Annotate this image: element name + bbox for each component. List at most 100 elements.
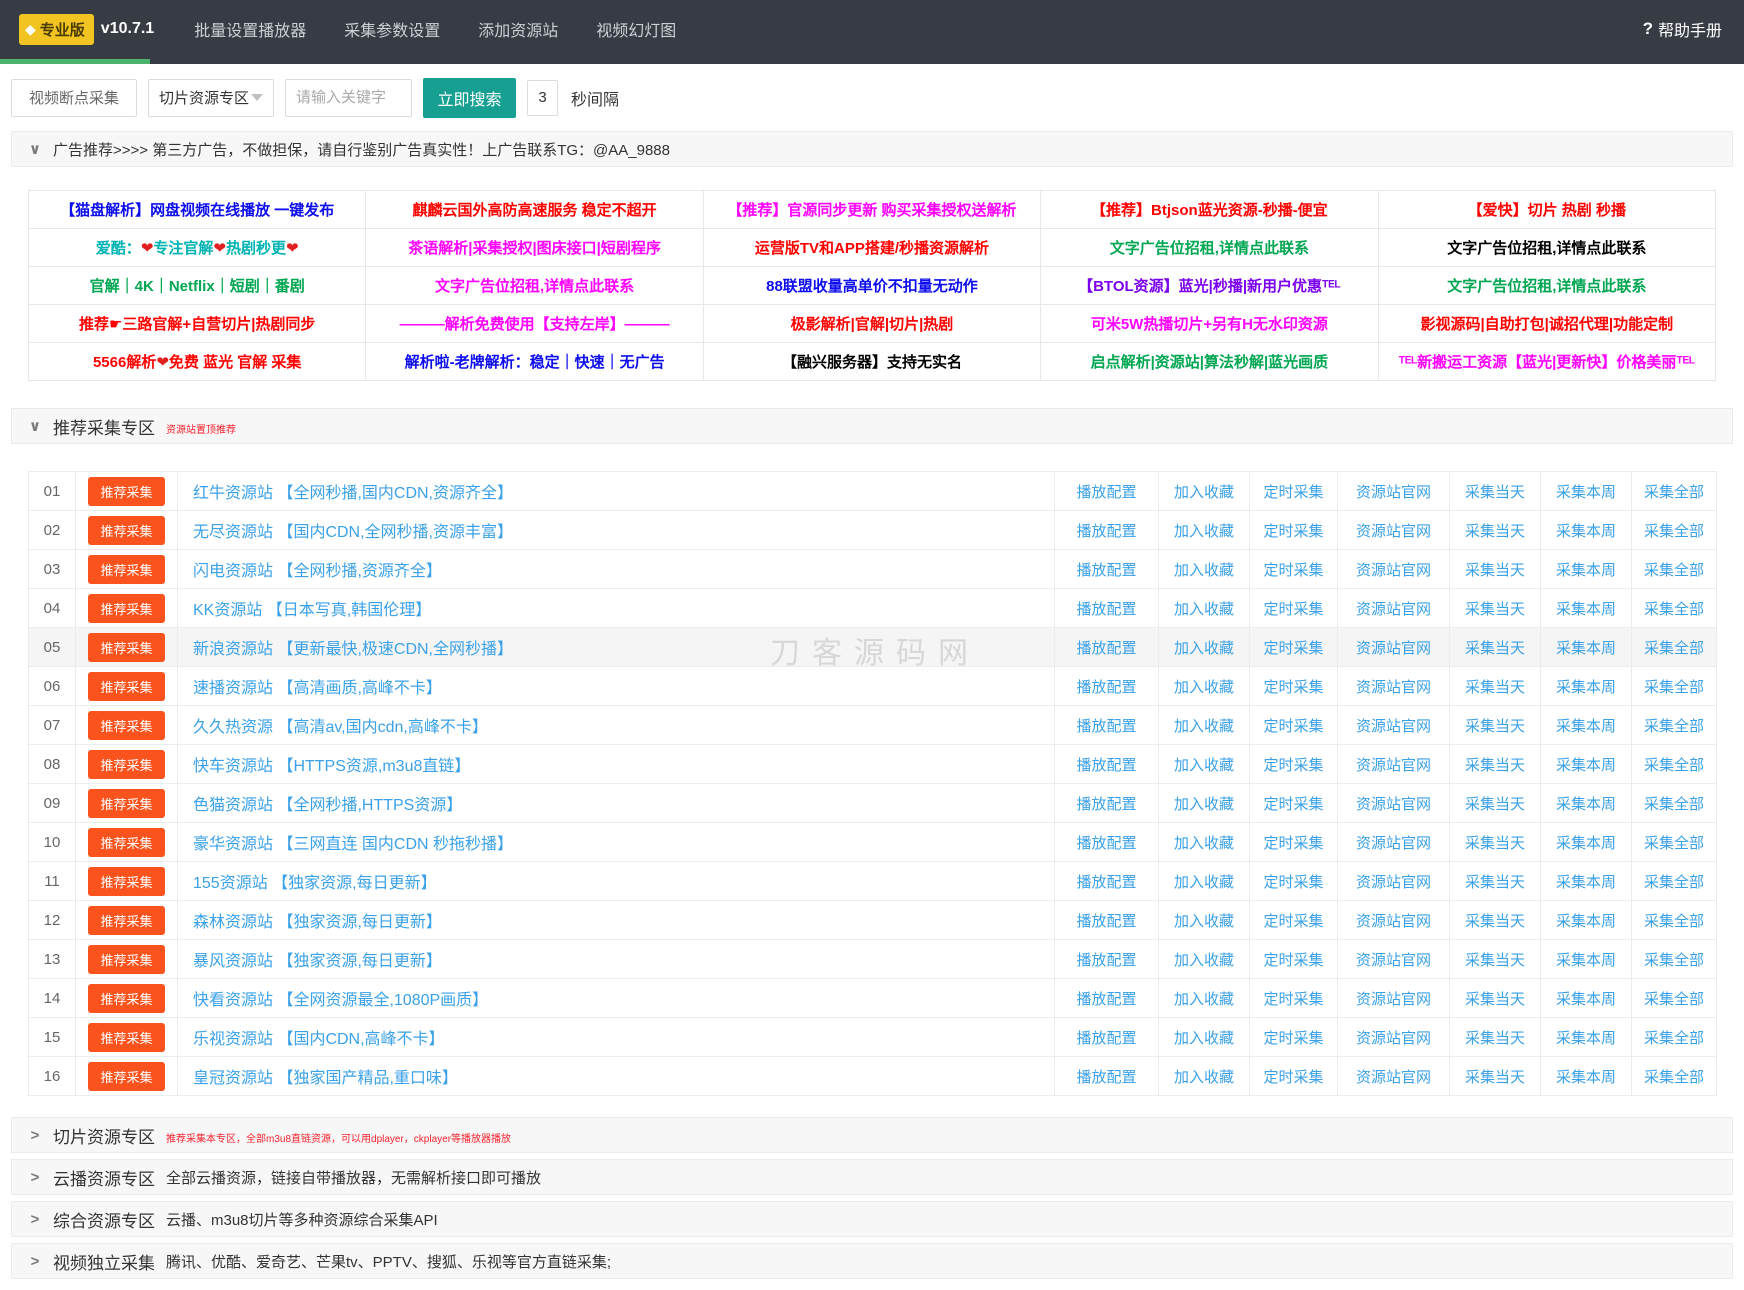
ad-cell-r4c5[interactable]: 影视源码|自助打包|诚招代理|功能定制 xyxy=(1377,304,1717,343)
action-link-4[interactable]: 资源站官网 xyxy=(1356,679,1431,696)
action-link-7[interactable]: 采集全部 xyxy=(1644,835,1704,852)
resource-name-link[interactable]: 久久热资源 【高清av,国内cdn,高峰不卡】 xyxy=(193,719,488,736)
action-link-1[interactable]: 播放配置 xyxy=(1076,523,1136,540)
action-link-1[interactable]: 播放配置 xyxy=(1076,913,1136,930)
action-link-2[interactable]: 加入收藏 xyxy=(1174,601,1234,618)
action-link-6[interactable]: 采集本周 xyxy=(1556,523,1616,540)
section-title[interactable]: 综合资源专区 xyxy=(53,1207,155,1232)
action-link-5[interactable]: 采集当天 xyxy=(1465,796,1525,813)
action-link-1[interactable]: 播放配置 xyxy=(1076,484,1136,501)
action-link-6[interactable]: 采集本周 xyxy=(1556,757,1616,774)
action-link-5[interactable]: 采集当天 xyxy=(1465,835,1525,852)
action-link-6[interactable]: 采集本周 xyxy=(1556,952,1616,969)
action-link-2[interactable]: 加入收藏 xyxy=(1174,952,1234,969)
keyword-input[interactable] xyxy=(285,78,413,117)
resource-name-link[interactable]: 快车资源站 【HTTPS资源,m3u8直链】 xyxy=(193,758,470,775)
action-link-4[interactable]: 资源站官网 xyxy=(1356,991,1431,1008)
action-link-4[interactable]: 资源站官网 xyxy=(1356,1030,1431,1047)
action-link-1[interactable]: 播放配置 xyxy=(1076,640,1136,657)
action-link-7[interactable]: 采集全部 xyxy=(1644,796,1704,813)
recommend-badge[interactable]: 推荐采集 xyxy=(88,788,165,818)
action-link-4[interactable]: 资源站官网 xyxy=(1356,640,1431,657)
action-link-6[interactable]: 采集本周 xyxy=(1556,913,1616,930)
action-link-1[interactable]: 播放配置 xyxy=(1076,679,1136,696)
action-link-7[interactable]: 采集全部 xyxy=(1644,679,1704,696)
action-link-5[interactable]: 采集当天 xyxy=(1465,913,1525,930)
action-link-1[interactable]: 播放配置 xyxy=(1076,1030,1136,1047)
action-link-4[interactable]: 资源站官网 xyxy=(1356,913,1431,930)
action-link-1[interactable]: 播放配置 xyxy=(1076,757,1136,774)
ad-cell-r2c1[interactable]: 爱酷：❤专注官解❤热剧秒更❤ xyxy=(27,228,367,267)
recommend-badge[interactable]: 推荐采集 xyxy=(88,749,165,779)
expand-icon[interactable]: > xyxy=(28,1169,42,1186)
action-link-6[interactable]: 采集本周 xyxy=(1556,601,1616,618)
action-link-3[interactable]: 定时采集 xyxy=(1263,991,1323,1008)
recommend-badge[interactable]: 推荐采集 xyxy=(88,944,165,974)
section-title[interactable]: 切片资源专区 xyxy=(53,1123,155,1148)
action-link-7[interactable]: 采集全部 xyxy=(1644,523,1704,540)
ad-cell-r3c1[interactable]: 官解｜4K｜Netflix｜短剧｜番剧 xyxy=(27,266,367,305)
recommend-badge[interactable]: 推荐采集 xyxy=(88,632,165,662)
action-link-4[interactable]: 资源站官网 xyxy=(1356,718,1431,735)
action-link-2[interactable]: 加入收藏 xyxy=(1174,1030,1234,1047)
recommend-badge[interactable]: 推荐采集 xyxy=(88,1022,165,1052)
ad-cell-r1c3[interactable]: 【推荐】官源同步更新 购买采集授权送解析 xyxy=(702,190,1042,229)
recommend-badge[interactable]: 推荐采集 xyxy=(88,1061,165,1091)
action-link-2[interactable]: 加入收藏 xyxy=(1174,1069,1234,1086)
action-link-4[interactable]: 资源站官网 xyxy=(1356,523,1431,540)
expand-icon[interactable]: > xyxy=(28,1211,42,1228)
ad-cell-r5c4[interactable]: 启点解析|资源站|算法秒解|蓝光画质 xyxy=(1040,342,1379,381)
ad-cell-r1c2[interactable]: 麒麟云国外高防高速服务 稳定不超开 xyxy=(365,190,704,229)
ad-cell-r4c3[interactable]: 极影解析|官解|切片|热剧 xyxy=(702,304,1042,343)
action-link-2[interactable]: 加入收藏 xyxy=(1174,523,1234,540)
action-link-1[interactable]: 播放配置 xyxy=(1076,796,1136,813)
collapse-icon[interactable]: ∨ xyxy=(28,417,42,435)
action-link-4[interactable]: 资源站官网 xyxy=(1356,874,1431,891)
help-manual-button[interactable]: ? 帮助手册 xyxy=(1643,17,1722,41)
action-link-5[interactable]: 采集当天 xyxy=(1465,718,1525,735)
recommend-badge[interactable]: 推荐采集 xyxy=(88,515,165,545)
ad-cell-r3c3[interactable]: 88联盟收量高单价不扣量无动作 xyxy=(702,266,1042,305)
resource-name-link[interactable]: 速播资源站 【高清画质,高峰不卡】 xyxy=(193,680,442,697)
ad-cell-r4c4[interactable]: 可米5W热播切片+另有H无水印资源 xyxy=(1040,304,1379,343)
action-link-7[interactable]: 采集全部 xyxy=(1644,952,1704,969)
action-link-3[interactable]: 定时采集 xyxy=(1263,952,1323,969)
menu-item-4[interactable]: 视频幻灯图 xyxy=(596,17,676,41)
search-button[interactable]: 立即搜索 xyxy=(423,77,517,118)
resource-name-link[interactable]: 乐视资源站 【国内CDN,高峰不卡】 xyxy=(193,1031,445,1048)
action-link-4[interactable]: 资源站官网 xyxy=(1356,757,1431,774)
action-link-2[interactable]: 加入收藏 xyxy=(1174,835,1234,852)
action-link-5[interactable]: 采集当天 xyxy=(1465,874,1525,891)
action-link-5[interactable]: 采集当天 xyxy=(1465,1030,1525,1047)
action-link-7[interactable]: 采集全部 xyxy=(1644,601,1704,618)
action-link-2[interactable]: 加入收藏 xyxy=(1174,913,1234,930)
action-link-2[interactable]: 加入收藏 xyxy=(1174,562,1234,579)
resource-name-link[interactable]: KK资源站 【日本写真,韩国伦理】 xyxy=(193,602,431,619)
action-link-4[interactable]: 资源站官网 xyxy=(1356,562,1431,579)
resource-name-link[interactable]: 新浪资源站 【更新最快,极速CDN,全网秒播】 xyxy=(193,641,513,658)
app-logo[interactable]: ◆ 专业版 v10.7.1 xyxy=(19,13,154,45)
ad-cell-r3c5[interactable]: 文字广告位招租,详情点此联系 xyxy=(1377,266,1717,305)
action-link-2[interactable]: 加入收藏 xyxy=(1174,640,1234,657)
action-link-1[interactable]: 播放配置 xyxy=(1076,562,1136,579)
action-link-7[interactable]: 采集全部 xyxy=(1644,1030,1704,1047)
action-link-7[interactable]: 采集全部 xyxy=(1644,718,1704,735)
action-link-7[interactable]: 采集全部 xyxy=(1644,757,1704,774)
action-link-4[interactable]: 资源站官网 xyxy=(1356,835,1431,852)
resource-name-link[interactable]: 红牛资源站 【全网秒播,国内CDN,资源齐全】 xyxy=(193,485,513,502)
resource-name-link[interactable]: 155资源站 【独家资源,每日更新】 xyxy=(193,875,437,892)
action-link-4[interactable]: 资源站官网 xyxy=(1356,484,1431,501)
ad-cell-r4c2[interactable]: ———解析免费使用【支持左岸】——— xyxy=(365,304,704,343)
action-link-5[interactable]: 采集当天 xyxy=(1465,562,1525,579)
action-link-3[interactable]: 定时采集 xyxy=(1263,796,1323,813)
resource-name-link[interactable]: 豪华资源站 【三网直连 国内CDN 秒拖秒播】 xyxy=(193,836,513,853)
ad-cell-r2c5[interactable]: 文字广告位招租,详情点此联系 xyxy=(1377,228,1717,267)
ad-cell-r4c1[interactable]: 推荐☛三路官解+自营切片|热剧同步 xyxy=(27,304,367,343)
action-link-4[interactable]: 资源站官网 xyxy=(1356,952,1431,969)
action-link-7[interactable]: 采集全部 xyxy=(1644,562,1704,579)
action-link-3[interactable]: 定时采集 xyxy=(1263,523,1323,540)
recommend-badge[interactable]: 推荐采集 xyxy=(88,827,165,857)
action-link-7[interactable]: 采集全部 xyxy=(1644,640,1704,657)
resource-name-link[interactable]: 森林资源站 【独家资源,每日更新】 xyxy=(193,914,442,931)
action-link-6[interactable]: 采集本周 xyxy=(1556,640,1616,657)
